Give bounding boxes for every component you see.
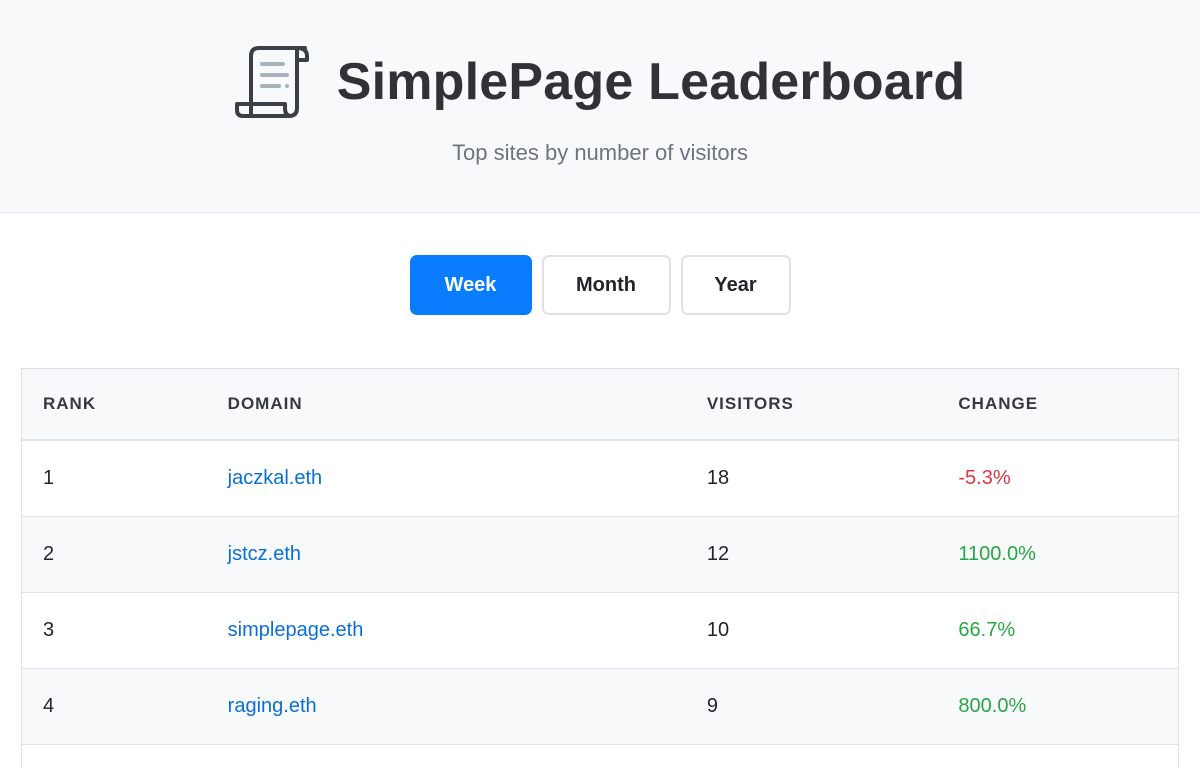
page-title: SimplePage Leaderboard	[336, 53, 966, 111]
rank-cell: 2	[43, 543, 55, 565]
table-row: 1 jaczkal.eth 18 -5.3%	[22, 441, 1178, 517]
change-cell: -5.3%	[958, 467, 1011, 489]
table-row: 4 raging.eth 9 800.0%	[22, 669, 1178, 745]
table-row: 3 simplepage.eth 10 66.7%	[22, 593, 1178, 669]
domain-link[interactable]: jstcz.eth	[228, 543, 301, 565]
rank-cell: 1	[43, 467, 55, 489]
page-subtitle: Top sites by number of visitors	[452, 140, 748, 165]
visitors-cell: 9	[706, 695, 718, 717]
domain-link[interactable]: raging.eth	[228, 695, 317, 717]
domain-link[interactable]: simplepage.eth	[228, 619, 364, 641]
change-cell: 800.0%	[958, 695, 1027, 717]
period-tabs: Week Month Year	[0, 255, 1200, 315]
column-header-change: CHANGE	[958, 394, 1039, 413]
leaderboard-table: RANK DOMAIN VISITORS CHANGE 1 jaczkal.et…	[21, 368, 1179, 768]
page-header: SimplePage Leaderboard Top sites by numb…	[0, 0, 1200, 213]
table-row: 2 jstcz.eth 12 1100.0%	[22, 517, 1178, 593]
visitors-cell: 10	[706, 619, 730, 641]
rank-cell: 3	[43, 619, 55, 641]
scroll-icon	[234, 42, 315, 122]
column-header-visitors: VISITORS	[706, 394, 794, 413]
tab-week[interactable]: Week	[409, 255, 532, 315]
column-header-domain: DOMAIN	[227, 394, 303, 413]
change-cell: 66.7%	[958, 619, 1016, 641]
rank-cell: 4	[43, 695, 55, 717]
table-header-row: RANK DOMAIN VISITORS CHANGE	[22, 369, 1178, 441]
column-header-rank: RANK	[43, 394, 97, 413]
tab-year[interactable]: Year	[680, 255, 791, 315]
domain-link[interactable]: jaczkal.eth	[228, 467, 323, 489]
tab-month[interactable]: Month	[541, 255, 671, 315]
visitors-cell: 12	[706, 543, 730, 565]
visitors-cell: 18	[706, 467, 730, 489]
change-cell: 1100.0%	[958, 543, 1036, 565]
title-row: SimplePage Leaderboard	[0, 42, 1200, 122]
